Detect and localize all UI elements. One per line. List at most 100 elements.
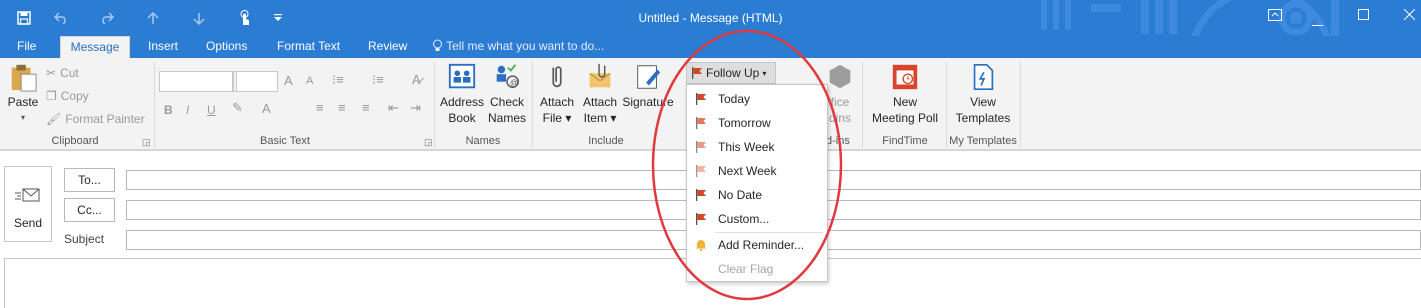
tab-insert[interactable]: Insert	[144, 36, 182, 58]
copy-icon: ❐	[46, 89, 57, 103]
paste-label: Paste	[7, 95, 39, 109]
cut-label: Cut	[60, 66, 79, 80]
group-separator	[1020, 62, 1021, 148]
view-templates-label-2: Templates	[955, 111, 1011, 125]
include-group-label: Include	[588, 135, 624, 147]
send-button[interactable]: Send	[4, 166, 52, 242]
scissors-icon: ✂	[46, 66, 57, 80]
meeting-poll-icon	[892, 64, 918, 90]
menu-item-no-date[interactable]: No Date	[687, 184, 827, 206]
menu-item-next-week[interactable]: Next Week	[687, 160, 827, 182]
view-templates-icon	[973, 63, 994, 91]
font-color-icon[interactable]: A	[262, 101, 271, 116]
flag-icon	[696, 189, 706, 201]
check-names-icon: @	[496, 64, 519, 89]
paintbrush-icon: 🖌	[46, 112, 62, 126]
lightbulb-icon	[432, 39, 446, 53]
font-name-box[interactable]	[159, 71, 233, 92]
flag-icon	[696, 141, 706, 153]
to-button[interactable]: To...	[64, 168, 115, 192]
address-book-icon	[448, 63, 476, 89]
tab-message[interactable]: Message	[60, 36, 130, 59]
menu-item-add-reminder[interactable]: Add Reminder...	[687, 234, 827, 256]
group-separator	[532, 62, 533, 148]
address-book-button[interactable]: Address Book	[438, 62, 486, 126]
new-poll-label-1: New	[892, 95, 917, 109]
font-size-box[interactable]	[236, 71, 278, 92]
clear-formatting-icon[interactable]: A̷	[412, 72, 421, 87]
align-left-icon[interactable]: ≡	[316, 100, 324, 115]
cc-label: Cc...	[77, 203, 102, 217]
bullets-icon[interactable]: ⁝≡	[332, 72, 344, 88]
view-templates-label-1: View	[970, 95, 996, 109]
highlight-icon[interactable]: ✎	[232, 100, 243, 116]
office-addins-icon	[829, 64, 851, 89]
paste-icon	[11, 64, 37, 92]
new-meeting-poll-button[interactable]: New Meeting Poll	[866, 62, 944, 126]
increase-indent-icon[interactable]: ⇥	[410, 100, 421, 116]
tell-me-box[interactable]: Tell me what you want to do...	[432, 36, 604, 56]
italic-button[interactable]: I	[186, 103, 189, 117]
clipboard-group-label: Clipboard	[51, 135, 99, 147]
check-names-button[interactable]: @ Check Names	[486, 62, 528, 126]
align-center-icon[interactable]: ≡	[338, 100, 346, 115]
tab-format-text[interactable]: Format Text	[273, 36, 344, 58]
signature-label: Signature	[622, 95, 674, 109]
attach-item-button[interactable]: Attach Item ▾	[580, 62, 620, 126]
tell-me-label: Tell me what you want to do...	[446, 39, 605, 53]
paste-button[interactable]: Paste ▾	[4, 62, 42, 126]
follow-up-dropdown-icon: ▾	[762, 68, 767, 78]
paste-dropdown-icon: ▾	[20, 113, 25, 122]
attach-file-label-2: File ▾	[542, 111, 572, 125]
menu-item-tomorrow[interactable]: Tomorrow	[687, 112, 827, 134]
menu-item-this-week[interactable]: This Week	[687, 136, 827, 158]
check-names-label-2: Names	[487, 111, 526, 125]
attach-file-button[interactable]: Attach File ▾	[538, 62, 576, 126]
svg-text:@: @	[510, 77, 519, 87]
decrease-indent-icon[interactable]: ⇤	[388, 100, 399, 116]
my-templates-group-label: My Templates	[949, 135, 1017, 147]
view-templates-button[interactable]: View Templates	[950, 62, 1016, 126]
flag-icon	[696, 117, 706, 129]
subject-label: Subject	[64, 232, 105, 246]
tab-review[interactable]: Review	[364, 36, 411, 58]
menu-item-label: Add Reminder...	[718, 238, 805, 252]
numbering-icon[interactable]: ⁝≡	[372, 72, 384, 88]
flag-icon	[696, 165, 706, 177]
align-right-icon[interactable]: ≡	[362, 100, 370, 115]
attach-item-label-2: Item ▾	[583, 111, 617, 125]
menu-item-today[interactable]: Today	[687, 88, 827, 110]
maximize-icon[interactable]	[1358, 9, 1369, 23]
underline-button[interactable]: U	[207, 103, 216, 117]
minimize-icon[interactable]	[1312, 16, 1323, 30]
addins-group-label: d-ins	[826, 135, 850, 147]
names-group-label: Names	[465, 135, 501, 147]
follow-up-menu: Today Tomorrow This Week Next Week No Da…	[686, 84, 828, 282]
cut-button[interactable]: ✂ Cut	[46, 66, 79, 80]
ribbon-tab-row: File Message Insert Options Format Text …	[0, 36, 1421, 59]
copy-label: Copy	[60, 89, 89, 103]
restore-ribbon-icon[interactable]	[1268, 9, 1282, 24]
follow-up-button[interactable]: Follow Up ▾	[686, 62, 776, 84]
tab-options[interactable]: Options	[202, 36, 251, 58]
menu-item-custom[interactable]: Custom...	[687, 208, 827, 230]
menu-item-label: This Week	[718, 140, 775, 154]
attach-item-label-1: Attach	[582, 95, 618, 109]
follow-up-label: Follow Up	[706, 66, 760, 80]
copy-button[interactable]: ❐ Copy	[46, 89, 89, 103]
flag-icon	[696, 213, 706, 225]
close-icon[interactable]	[1403, 8, 1416, 23]
shrink-font-icon[interactable]: A	[306, 75, 313, 87]
menu-separator	[715, 232, 823, 233]
format-painter-button[interactable]: 🖌 Format Painter	[46, 112, 145, 126]
signature-button[interactable]: Signature	[622, 62, 674, 110]
to-label: To...	[78, 173, 101, 187]
basic-text-dialog-launcher-icon[interactable]: ◲	[424, 137, 433, 148]
window-title: Untitled - Message (HTML)	[638, 11, 783, 25]
group-separator	[862, 62, 863, 148]
cc-button[interactable]: Cc...	[64, 198, 115, 222]
clipboard-dialog-launcher-icon[interactable]: ◲	[142, 137, 151, 148]
bold-button[interactable]: B	[164, 103, 173, 117]
tab-file[interactable]: File	[13, 36, 40, 58]
grow-font-icon[interactable]: A	[284, 73, 293, 88]
